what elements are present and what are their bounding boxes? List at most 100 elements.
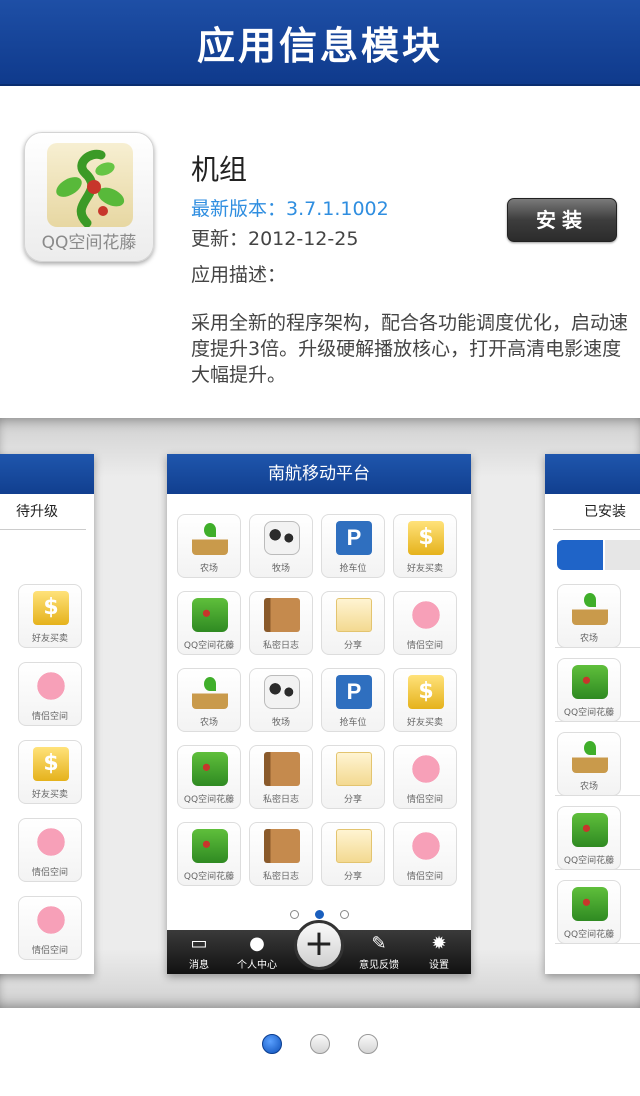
app-tile: 情侣空间 <box>18 662 82 726</box>
toolbar-label: 意见反馈 <box>359 960 399 971</box>
app-info-panel: QQ空间花藤 机组 最新版本：3.7.1.1002 更新：2012-12-25 … <box>0 88 640 418</box>
tile-label: QQ空间花藤 <box>563 930 615 940</box>
gallery-pager <box>0 1034 640 1058</box>
tile-label: 情侣空间 <box>406 795 443 805</box>
pager-dot-2[interactable] <box>310 1034 330 1054</box>
tile-label: 好友买卖 <box>406 564 443 574</box>
app-tile: 私密日志 <box>249 591 313 655</box>
toolbar-messages: ▭ 消息 <box>171 933 227 972</box>
tile-label: 抢车位 <box>339 564 367 574</box>
app-tile: P 抢车位 <box>321 668 385 732</box>
heart-icon <box>408 598 444 632</box>
tile-label: QQ空间花藤 <box>563 856 615 866</box>
tile-label: 私密日志 <box>262 795 299 805</box>
app-tile: $ 好友买卖 <box>18 584 82 648</box>
latest-version: 最新版本：3.7.1.1002 <box>191 198 389 220</box>
app-tile: $ 好友买卖 <box>393 668 457 732</box>
vine-icon <box>572 813 608 847</box>
vine-icon <box>192 752 228 786</box>
app-tile: 牧场 <box>249 668 313 732</box>
tile-label: 牧场 <box>271 564 290 574</box>
page-title: 应用信息模块 <box>196 23 443 68</box>
pager-dot-3[interactable] <box>358 1034 378 1054</box>
tile-label: 牧场 <box>271 718 290 728</box>
list-item: QQ空间花藤 <box>555 658 640 722</box>
gear-icon: ✹ <box>431 933 447 954</box>
tile-label: 分享 <box>343 795 362 805</box>
vine-icon <box>572 665 608 699</box>
app-tile: QQ空间花藤 <box>557 880 621 944</box>
pager-dot-1[interactable] <box>262 1034 282 1054</box>
tile-label: QQ空间花藤 <box>183 641 235 651</box>
app-tile: 情侣空间 <box>18 896 82 960</box>
page-dot-active <box>314 910 324 919</box>
share-icon <box>336 752 372 786</box>
screenshot-right[interactable]: 已安装 农场 QQ空间花藤 农场 QQ空间花藤 QQ空间花藤 <box>545 454 640 974</box>
app-tile: QQ空间花藤 <box>177 591 241 655</box>
tile-label: 好友买卖 <box>31 790 68 800</box>
app-tile: 分享 <box>321 591 385 655</box>
message-icon: ▭ <box>190 933 208 954</box>
sprout-icon <box>192 675 228 709</box>
sprout-icon <box>192 521 228 555</box>
tile-label: 好友买卖 <box>406 718 443 728</box>
page-dot <box>289 910 299 919</box>
tile-label: 情侣空间 <box>31 712 68 722</box>
app-tile: 农场 <box>557 584 621 648</box>
sprout-icon <box>572 591 608 625</box>
install-button[interactable]: 安装 <box>507 198 617 242</box>
toolbar-settings: ✹ 设置 <box>411 933 467 972</box>
plus-icon: + <box>294 920 344 970</box>
tile-label: 分享 <box>343 641 362 651</box>
money-icon: $ <box>408 675 444 709</box>
sprout-icon <box>572 739 608 773</box>
grid-view-icon <box>557 540 603 570</box>
tile-label: 私密日志 <box>262 641 299 651</box>
toolbar-label: 个人中心 <box>237 960 277 971</box>
app-tile: 农场 <box>177 668 241 732</box>
cow-icon <box>264 521 300 555</box>
list-view-icon <box>605 540 640 570</box>
app-tile: $ 好友买卖 <box>18 740 82 804</box>
screenshot-title-bar: 南航移动平台 <box>167 454 471 494</box>
app-tile: 牧场 <box>249 514 313 578</box>
description-label: 应用描述： <box>191 264 287 286</box>
screenshot-center[interactable]: 南航移动平台 农场 牧场 P 抢车位 $ 好友买卖 QQ空间花藤 私密日志 分享 情侣空间 农场 牧场… <box>167 454 471 974</box>
app-tile: 农场 <box>557 732 621 796</box>
app-tile: 分享 <box>321 822 385 886</box>
vine-icon <box>47 143 133 228</box>
tile-label: QQ空间花藤 <box>183 872 235 882</box>
diary-icon <box>264 598 300 632</box>
app-tile: 私密日志 <box>249 822 313 886</box>
list-item: QQ空间花藤 <box>555 880 640 944</box>
diary-icon <box>264 829 300 863</box>
screenshot-left[interactable]: 待升级 $ 好友买卖 情侣空间 $ 好友买卖 情侣空间 情侣空间 <box>0 454 94 974</box>
tile-label: 分享 <box>343 872 362 882</box>
parking-icon: P <box>336 675 372 709</box>
app-tile: QQ空间花藤 <box>177 822 241 886</box>
cow-icon <box>264 675 300 709</box>
share-icon <box>336 598 372 632</box>
app-tile: 情侣空间 <box>393 745 457 809</box>
screenshot-title-bar <box>545 454 640 494</box>
toolbar-label: 消息 <box>189 960 209 971</box>
update-date: 更新：2012-12-25 <box>191 228 359 250</box>
app-tile: QQ空间花藤 <box>557 658 621 722</box>
app-icon-label: QQ空间花藤 <box>41 233 137 253</box>
app-tile: QQ空间花藤 <box>557 806 621 870</box>
tile-label: 情侣空间 <box>406 641 443 651</box>
app-tile: 农场 <box>177 514 241 578</box>
heart-icon <box>33 903 69 937</box>
share-icon <box>336 829 372 863</box>
heart-icon <box>408 752 444 786</box>
screenshot-gallery[interactable]: 待升级 $ 好友买卖 情侣空间 $ 好友买卖 情侣空间 情侣空间 南航移动平台 … <box>0 418 640 1008</box>
view-toggle <box>557 540 640 570</box>
screenshot-title-bar <box>0 454 94 494</box>
tile-label: 私密日志 <box>262 872 299 882</box>
money-icon: $ <box>33 747 69 781</box>
vine-icon <box>192 598 228 632</box>
parking-icon: P <box>336 521 372 555</box>
app-tile: 情侣空间 <box>393 591 457 655</box>
page-dot <box>339 910 349 919</box>
app-tile: $ 好友买卖 <box>393 514 457 578</box>
